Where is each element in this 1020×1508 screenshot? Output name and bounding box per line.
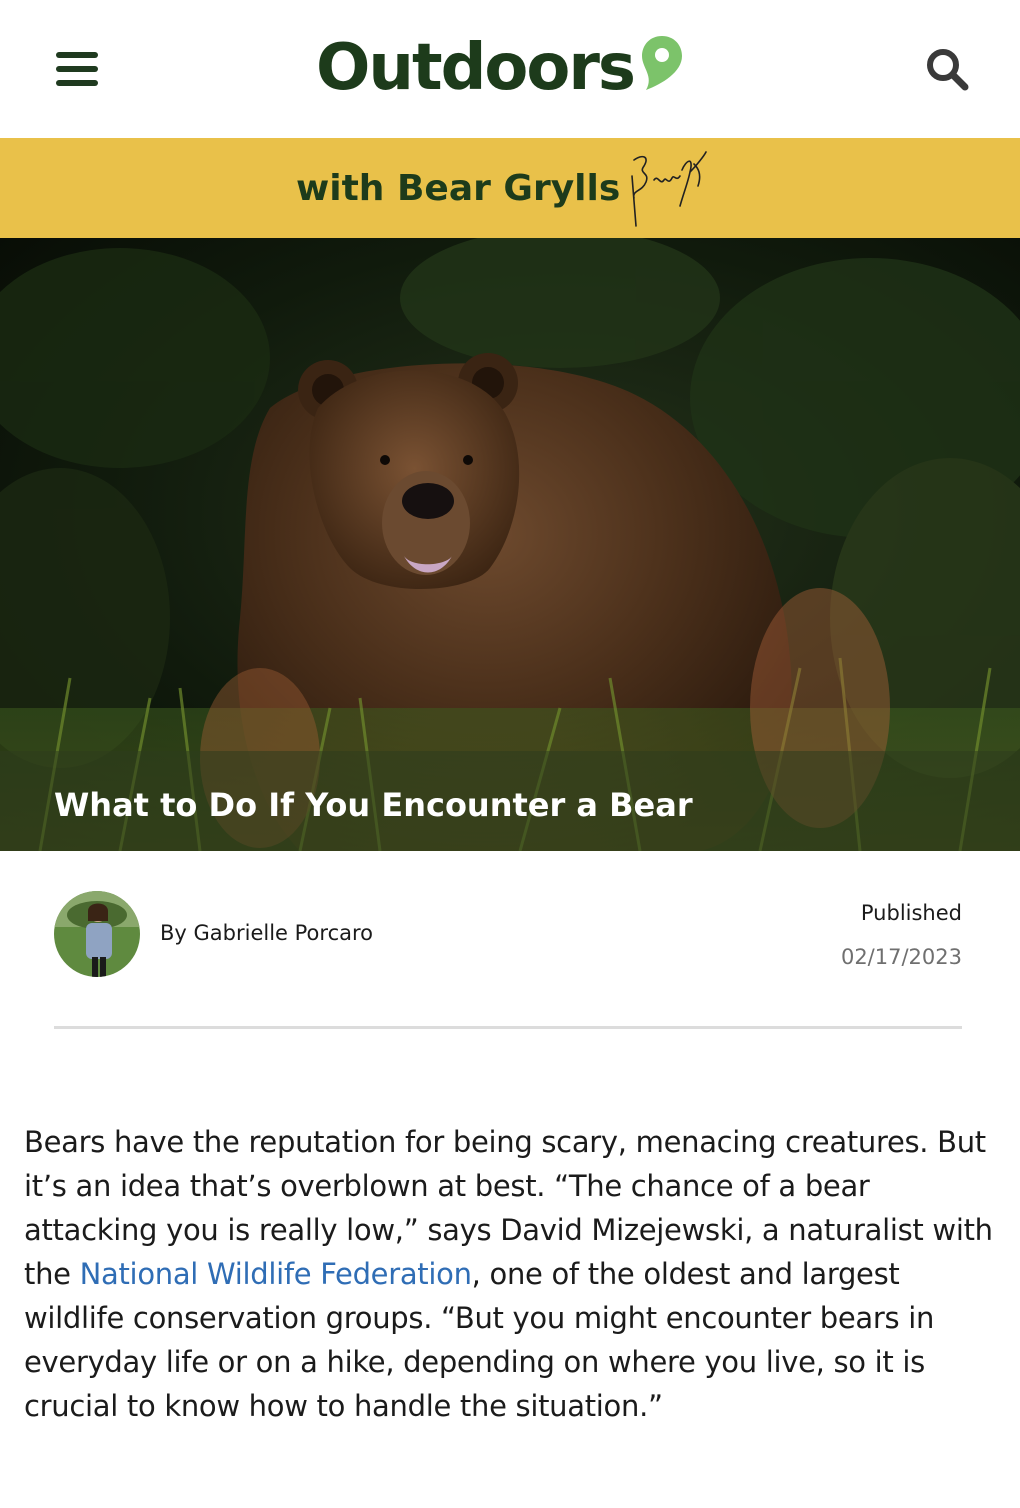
map-pin-icon [641, 36, 682, 90]
author-name[interactable]: By Gabrielle Porcaro [160, 921, 373, 945]
article-body: Bears have the reputation for being scar… [24, 1120, 999, 1428]
search-icon[interactable] [924, 46, 970, 92]
article-title: What to Do If You Encounter a Bear [54, 786, 693, 824]
published-date: 02/17/2023 [840, 945, 962, 969]
logo-text: Outdoors [316, 31, 636, 105]
site-header: Outdoors [0, 0, 1020, 138]
byline-section: By Gabrielle Porcaro Published 02/17/202… [0, 851, 1020, 1029]
hamburger-menu-icon[interactable] [56, 52, 98, 86]
banner-text: with Bear Grylls [296, 168, 621, 209]
published-label: Published [860, 901, 962, 925]
bear-grylls-banner[interactable]: with Bear Grylls [0, 138, 1020, 238]
signature-image [631, 151, 707, 227]
national-wildlife-federation-link[interactable]: National Wildlife Federation [80, 1257, 472, 1291]
site-logo[interactable]: Outdoors [316, 28, 684, 108]
hero-image: What to Do If You Encounter a Bear [0, 238, 1020, 851]
divider [54, 1026, 962, 1029]
author-avatar[interactable] [54, 891, 140, 977]
